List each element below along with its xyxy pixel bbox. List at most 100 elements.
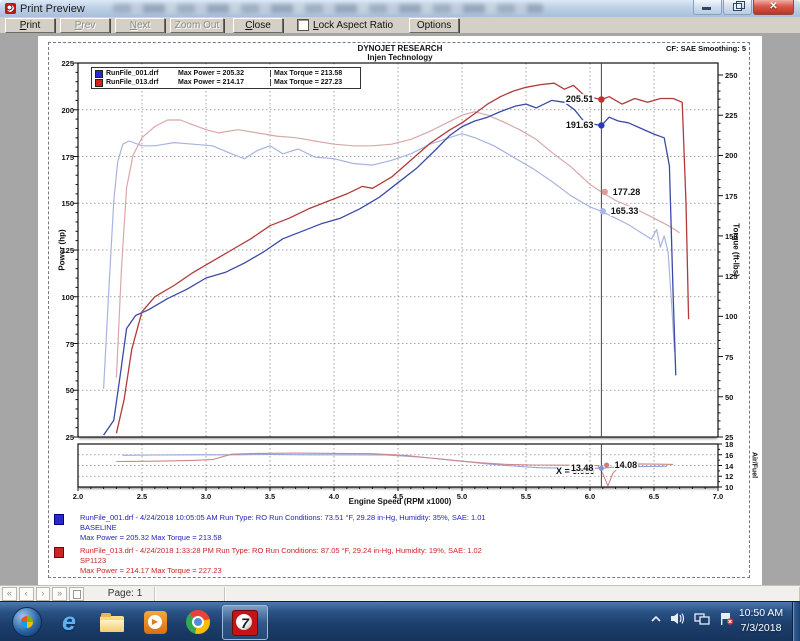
restore-button[interactable] — [723, 0, 752, 15]
legend-max-power: Max Power = 214.17 — [178, 79, 270, 86]
window-controls: ✕ — [692, 0, 794, 15]
axis-tick-label: 5.5 — [515, 492, 537, 501]
chrome-icon[interactable] — [185, 609, 211, 635]
volume-icon[interactable] — [670, 612, 685, 625]
window-titlebar[interactable]: Print Preview ✕ — [0, 0, 800, 18]
lock-aspect-checkbox[interactable] — [297, 19, 309, 31]
axis-tick-label: 100 — [52, 293, 74, 302]
windows-taskbar: e ▶ 7 10:50 AM 7/3/2018 — [0, 601, 800, 641]
options-button[interactable]: Options — [409, 18, 459, 33]
legend-file-name: RunFile_001.drf — [106, 70, 178, 77]
axis-tick-label: 12 — [725, 472, 749, 481]
cursor-value-label: 13.48 — [570, 463, 595, 473]
lock-aspect-label[interactable]: Lock Aspect Ratio — [313, 20, 393, 31]
legend-row-sp1123: RunFile_013.drf Max Power = 214.17 Max T… — [92, 78, 360, 87]
axis-tick-label: 75 — [52, 340, 74, 349]
axis-tick-label: 50 — [725, 393, 749, 402]
status-bar: « ‹ › » Page: 1 — [0, 585, 800, 602]
show-desktop-button[interactable] — [792, 602, 800, 641]
windows-logo-icon — [21, 616, 33, 628]
last-page-button[interactable]: » — [52, 587, 67, 601]
hidden-icons-arrow[interactable] — [651, 615, 661, 623]
prev-page-nav-button[interactable]: ‹ — [19, 587, 34, 601]
media-player-icon[interactable]: ▶ — [142, 609, 168, 635]
next-page-button: Next — [115, 18, 165, 33]
cursor-value-label: 177.28 — [612, 187, 642, 197]
axis-tick-label: 175 — [725, 192, 749, 201]
axis-tick-label: 200 — [52, 106, 74, 115]
axis-tick-label: 4.5 — [387, 492, 409, 501]
axis-tick-label: 225 — [725, 111, 749, 120]
run-max-line: Max Power = 205.32 Max Torque = 213.58 — [80, 533, 486, 543]
run-max-line: Max Power = 214.17 Max Torque = 227.23 — [80, 566, 482, 576]
cursor-marker-dot — [604, 462, 609, 467]
report-header-line2: Injen Technology — [38, 53, 762, 62]
prev-page-button: Prev — [60, 18, 110, 33]
run-label-line: BASELINE — [80, 523, 486, 533]
clock-date: 7/3/2018 — [732, 621, 790, 636]
close-window-button[interactable]: ✕ — [753, 0, 794, 15]
minimize-button[interactable] — [693, 0, 722, 15]
cursor-value-label: 14.08 — [614, 460, 639, 470]
cursor-value-label: 191.63 — [565, 120, 595, 130]
run-color-chip-blue — [54, 514, 64, 525]
runfile-001-torque — [104, 134, 675, 389]
close-preview-button[interactable]: Close — [233, 18, 283, 33]
zoom-out-button: Zoom Out — [170, 18, 224, 33]
network-icon[interactable] — [694, 612, 710, 625]
app-icon — [5, 3, 16, 14]
axis-tick-label: 75 — [725, 353, 749, 362]
axis-tick-label: 3.0 — [195, 492, 217, 501]
axis-tick-label: 18 — [725, 440, 749, 449]
legend-max-torque: Max Torque = 227.23 — [270, 79, 342, 86]
dynojet-app-taskbar-button[interactable]: 7 — [222, 605, 268, 640]
system-tray — [651, 612, 734, 625]
legend-row-baseline: RunFile_001.drf Max Power = 205.32 Max T… — [92, 69, 360, 78]
cursor-marker-dot — [598, 96, 604, 102]
axis-tick-label: 50 — [52, 386, 74, 395]
cursor-marker-dot — [599, 466, 604, 471]
print-button[interactable]: Print — [5, 18, 55, 33]
start-button[interactable] — [12, 607, 42, 637]
axis-tick-label: 10 — [725, 483, 749, 492]
runfile-013-power — [116, 83, 688, 433]
page-indicator: Page: 1 — [96, 587, 156, 601]
print-preview-toolbar: Print Prev Next Zoom Out Close Lock Aspe… — [0, 17, 800, 34]
axis-tick-label: 175 — [52, 153, 74, 162]
run-detail-line: RunFile_001.drf - 4/24/2018 10:05:05 AM … — [80, 513, 486, 523]
dyno-main-chart: RunFile_001.drf Max Power = 205.32 Max T… — [78, 63, 718, 437]
axis-tick-label: 3.5 — [259, 492, 281, 501]
first-page-button[interactable]: « — [2, 587, 17, 601]
status-section — [155, 587, 225, 601]
clock-time: 10:50 AM — [732, 606, 790, 621]
status-section — [225, 587, 800, 601]
axis-tick-label: 125 — [725, 272, 749, 281]
axis-tick-label: 25 — [52, 433, 74, 442]
run-info-baseline: RunFile_001.drf - 4/24/2018 10:05:05 AM … — [54, 513, 486, 543]
internet-explorer-icon[interactable]: e — [56, 609, 82, 635]
axis-tick-label: 150 — [725, 232, 749, 241]
window-title: Print Preview — [20, 3, 85, 15]
run-detail-line: RunFile_013.drf - 4/24/2018 1:33:28 PM R… — [80, 546, 482, 556]
dynojet-app-icon: 7 — [232, 610, 258, 636]
legend-max-torque: Max Torque = 213.58 — [270, 70, 342, 77]
axis-tick-label: 250 — [725, 71, 749, 80]
next-page-nav-button[interactable]: › — [36, 587, 51, 601]
run-color-chip-red — [54, 547, 64, 558]
file-explorer-icon[interactable] — [99, 609, 125, 635]
axis-tick-label: 2.0 — [67, 492, 89, 501]
axis-tick-label: 2.5 — [131, 492, 153, 501]
axis-tick-label: 225 — [52, 59, 74, 68]
cursor-value-label: 205.51 — [565, 94, 595, 104]
axis-tick-label: 7.0 — [707, 492, 729, 501]
axis-tick-label: 6.5 — [643, 492, 665, 501]
page-setup-button[interactable] — [69, 587, 84, 601]
legend-file-name: RunFile_013.drf — [106, 79, 178, 86]
run-info-sp1123: RunFile_013.drf - 4/24/2018 1:33:28 PM R… — [54, 546, 482, 576]
main-chart-svg — [78, 63, 718, 437]
axis-tick-label: 4.0 — [323, 492, 345, 501]
axis-tick-label: 6.0 — [579, 492, 601, 501]
smoothing-info: CF: SAE Smoothing: 5 — [666, 44, 746, 53]
taskbar-clock[interactable]: 10:50 AM 7/3/2018 — [732, 606, 790, 636]
axis-tick-label: 5.0 — [451, 492, 473, 501]
